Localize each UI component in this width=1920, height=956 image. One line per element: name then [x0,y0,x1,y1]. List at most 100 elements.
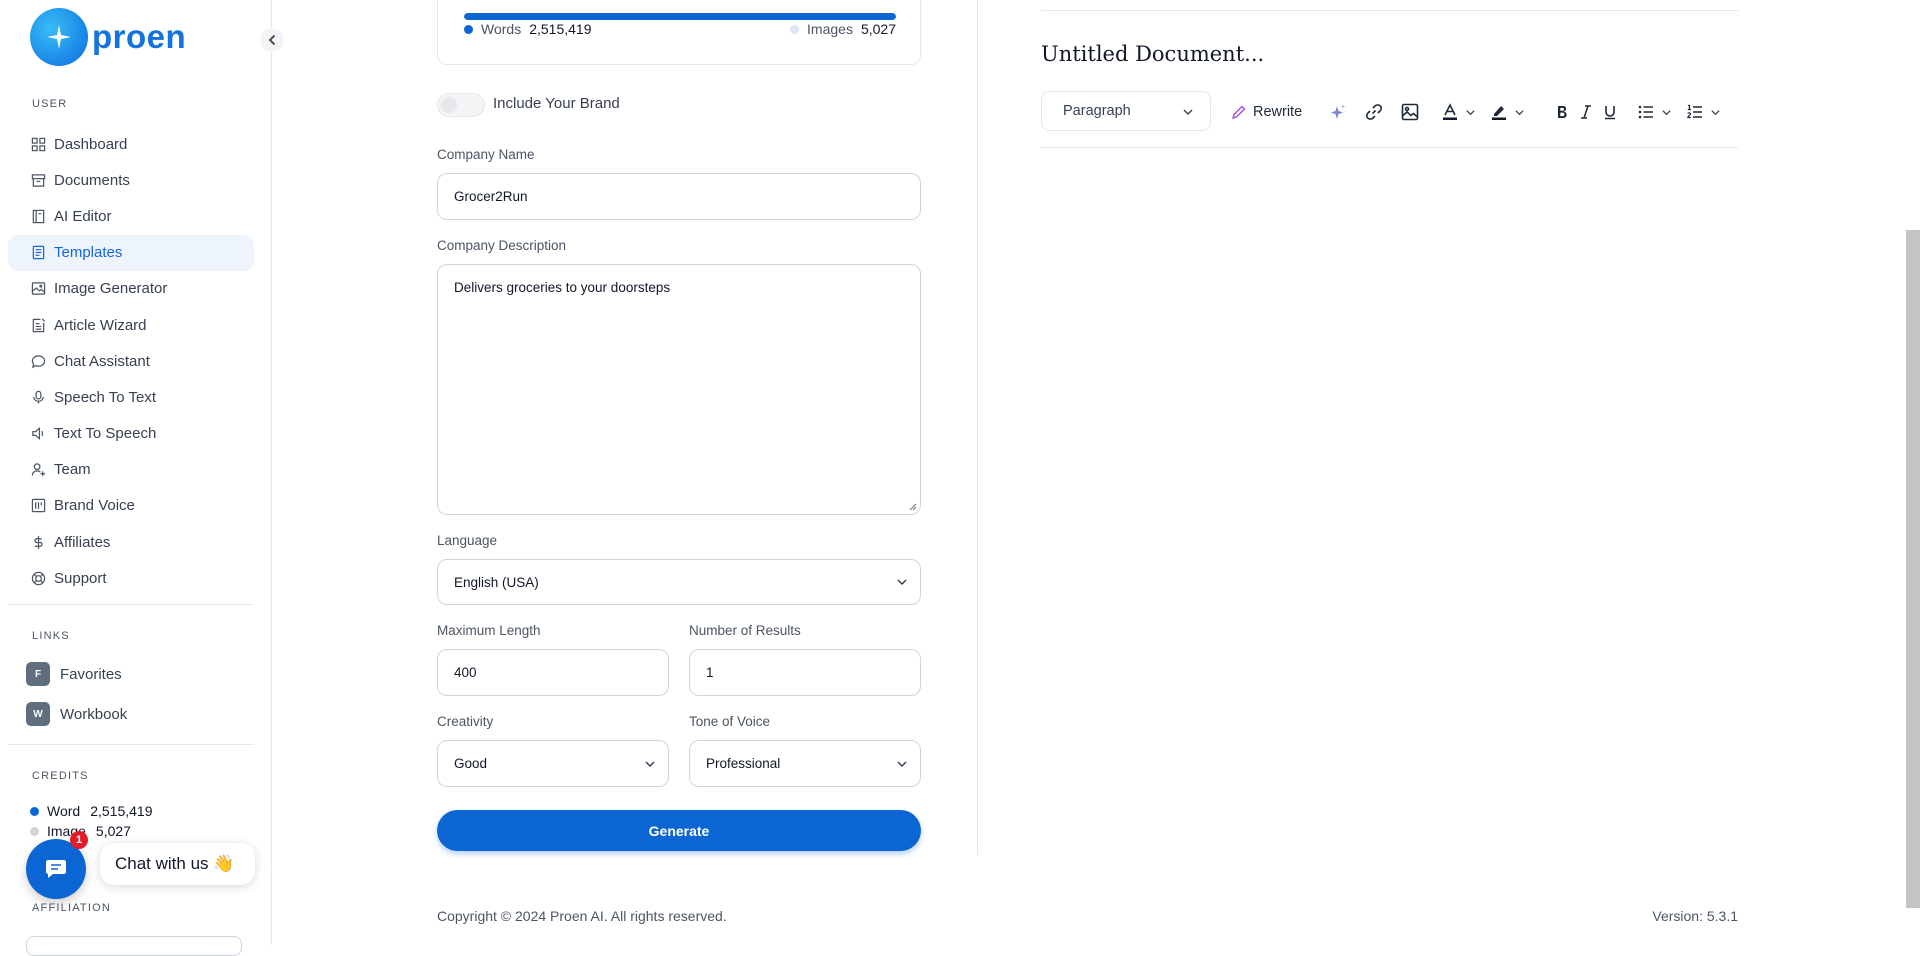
company-description-label: Company Description [437,238,567,253]
tone-of-voice-select[interactable]: Professional [689,740,921,787]
text-color-icon [1443,103,1457,120]
credit-image-value: 5,027 [95,823,131,839]
chevron-down-icon [897,760,907,767]
divider [8,604,254,605]
article-icon [30,317,46,333]
maximum-length-value: 400 [454,665,477,680]
sidebar-item-image-generator[interactable]: Image Generator [8,271,254,307]
insert-image-button[interactable] [1401,101,1419,123]
sidebar-item-documents[interactable]: Documents [8,162,254,198]
sparkle-icon [30,8,88,66]
images-value: 5,027 [860,21,896,37]
sidebar-item-article-wizard[interactable]: Article Wizard [8,307,254,343]
collapse-sidebar-button[interactable] [260,28,284,52]
tone-of-voice-value: Professional [706,756,781,771]
underline-button[interactable] [1602,101,1618,123]
link-button[interactable] [1365,101,1383,123]
chat-with-us-bubble[interactable]: Chat with us 👋 [100,843,255,885]
bold-icon [1558,106,1567,118]
company-name-label: Company Name [437,147,535,162]
sidebar-item-affiliates[interactable]: Affiliates [8,524,254,560]
sidebar-item-chat-assistant[interactable]: Chat Assistant [8,343,254,379]
company-description-textarea[interactable]: Delivers groceries to your doorsteps [437,264,921,515]
sidebar-item-label: Brand Voice [54,497,135,515]
chevron-down-icon [1183,109,1193,115]
book-icon [30,208,46,224]
chat-icon [46,860,66,878]
sidebar-item-team[interactable]: Team [8,452,254,488]
creativity-value: Good [454,756,488,771]
images-label: Images [807,21,853,37]
words-legend: Words 2,515,419 [464,21,592,37]
highlighter-icon [1492,106,1506,120]
message-circle-icon [30,353,46,369]
link-badge: F [26,662,50,686]
dollar-icon [30,534,46,550]
number-of-results-input[interactable]: 1 [689,649,921,696]
link-workbook[interactable]: W Workbook [26,702,127,726]
language-value: English (USA) [454,574,539,590]
numbered-list-button[interactable] [1686,101,1721,123]
sidebar-item-support[interactable]: Support [8,560,254,596]
logo[interactable]: proen [30,8,186,66]
word-dot [30,806,39,816]
generate-button[interactable]: Generate [437,810,921,851]
include-brand-toggle[interactable] [437,93,485,117]
usage-card: Words 2,515,419 Images 5,027 [437,0,921,65]
text-color-button[interactable] [1441,101,1476,123]
sidebar-item-label: Text To Speech [54,425,157,443]
sidebar-item-dashboard[interactable]: Dashboard [8,126,254,162]
company-name-value: Grocer2Run [454,189,528,204]
document-title[interactable]: Untitled Document... [1041,42,1264,66]
sidebar-item-speech-to-text[interactable]: Speech To Text [8,379,254,415]
creativity-select[interactable]: Good [437,740,669,787]
chat-notification-badge: 1 [70,831,88,849]
credit-word-label: Word [47,803,81,819]
file-text-icon [30,245,46,261]
sidebar-item-text-to-speech[interactable]: Text To Speech [8,416,254,452]
lifebuoy-icon [30,570,46,586]
editor-toolbar: Paragraph Rewrite [1041,88,1738,148]
language-select[interactable]: English (USA) [437,559,921,605]
sidebar-item-label: Support [54,569,107,587]
sidebar-item-label: Documents [54,171,130,189]
rewrite-button[interactable]: Rewrite [1231,101,1302,123]
company-description-value: Delivers groceries to your doorsteps [454,280,671,295]
tone-of-voice-label: Tone of Voice [689,714,771,729]
link-favorites[interactable]: F Favorites [26,662,122,686]
page-scrollbar[interactable] [1906,230,1920,908]
bullet-list-button[interactable] [1637,101,1672,123]
link-icon [1365,104,1383,120]
bold-button[interactable] [1554,101,1570,123]
user-section-label: USER [32,98,68,110]
sparkle-icon [1331,104,1346,119]
link-label: Favorites [60,665,122,683]
bullet-list-icon [1638,105,1653,119]
user-plus-icon [30,462,46,478]
link-label: Workbook [60,705,128,723]
words-dot [464,24,473,34]
chevron-left-icon [268,35,275,45]
italic-button[interactable] [1579,101,1593,123]
chevron-down-icon [1711,109,1720,115]
image-icon [30,281,46,297]
highlight-color-button[interactable] [1490,101,1525,123]
sidebar-item-templates[interactable]: Templates [8,234,254,271]
images-legend: Images 5,027 [790,21,896,37]
affiliation-box [26,936,242,956]
sidebar-item-ai-editor[interactable]: AI Editor [8,198,254,234]
words-label: Words [481,21,522,37]
sidebar: proen USER Dashboard Documents AI Editor… [0,0,284,956]
footer-copyright: Copyright © 2024 Proen AI. All rights re… [437,908,727,924]
sidebar-item-label: Dashboard [54,135,128,153]
sidebar-nav: Dashboard Documents AI Editor Templates … [8,126,254,596]
language-label: Language [437,533,498,548]
microphone-icon [30,389,46,405]
maximum-length-input[interactable]: 400 [437,649,669,696]
ai-sparkle-button[interactable] [1329,101,1347,123]
volume-icon [30,426,46,442]
paragraph-style-select[interactable]: Paragraph [1041,91,1211,131]
brand-name: proen [92,18,187,55]
sidebar-item-brand-voice[interactable]: Brand Voice [8,488,254,524]
company-name-input[interactable]: Grocer2Run [437,173,921,220]
